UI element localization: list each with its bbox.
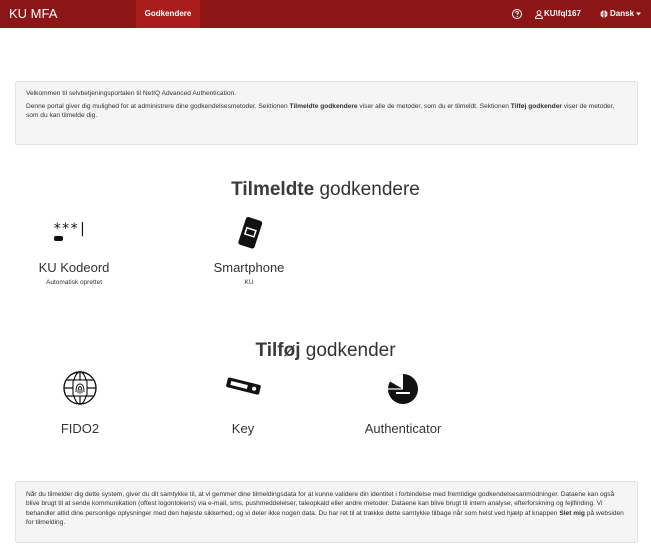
tile-subtitle: Automatisk oprettet bbox=[46, 279, 102, 286]
tab-godkendere[interactable]: Godkendere bbox=[136, 0, 200, 28]
brand-title[interactable]: KU MFA bbox=[9, 6, 57, 21]
authenticator-smartphone[interactable]: Smartphone KU bbox=[190, 212, 308, 286]
globe-fingerprint-icon bbox=[63, 371, 97, 405]
enrolled-section-ref: Tilmeldte godkendere bbox=[289, 103, 358, 110]
tile-name: KU Kodeord bbox=[38, 260, 110, 275]
portal-description: Denne portal giver dig mulighed for at a… bbox=[26, 103, 615, 119]
caret-down-icon bbox=[636, 12, 642, 16]
tile-name: Smartphone bbox=[213, 260, 285, 275]
delete-me-ref: Slet mig bbox=[559, 509, 585, 517]
user-name: KU\fql167 bbox=[544, 9, 581, 18]
consent-panel: Når du tilmelder dig dette system, giver… bbox=[15, 481, 638, 543]
add-section-ref: Tilføj godkender bbox=[510, 103, 562, 110]
tile-name: Key bbox=[231, 421, 255, 436]
smartphone-icon bbox=[238, 217, 263, 249]
add-authenticator-fido2[interactable]: FIDO2 bbox=[33, 368, 127, 436]
authenticator-icon bbox=[388, 374, 418, 404]
tile-name: Authenticator bbox=[364, 421, 442, 436]
consent-text: Når du tilmelder dig dette system, giver… bbox=[26, 491, 615, 517]
user-menu[interactable]: KU\fql167 bbox=[535, 0, 581, 28]
tile-subtitle: KU bbox=[244, 279, 254, 286]
enrolled-authenticators-heading: Tilmeldte godkendere bbox=[231, 179, 420, 200]
password-icon: ***| bbox=[15, 218, 133, 258]
usb-key-icon bbox=[226, 377, 261, 395]
user-icon bbox=[535, 9, 543, 19]
tile-name: FIDO2 bbox=[60, 421, 100, 436]
top-navbar: KU MFA Godkendere KU\fql167 Dansk bbox=[0, 0, 651, 28]
authenticator-ku-kodeord[interactable]: ***| KU Kodeord Automatisk oprettet bbox=[15, 218, 133, 286]
help-icon[interactable] bbox=[511, 8, 523, 20]
welcome-panel: Velkommen til selvbetjeningsportalen til… bbox=[15, 81, 638, 145]
globe-icon bbox=[600, 10, 608, 18]
language-label: Dansk bbox=[610, 9, 635, 18]
add-authenticator-heading: Tilføj godkender bbox=[255, 340, 396, 361]
welcome-text: Velkommen til selvbetjeningsportalen til… bbox=[26, 90, 237, 97]
add-authenticator-authenticator[interactable]: Authenticator bbox=[348, 368, 458, 436]
add-authenticator-key[interactable]: Key bbox=[196, 368, 290, 436]
language-selector[interactable]: Dansk bbox=[600, 0, 642, 28]
